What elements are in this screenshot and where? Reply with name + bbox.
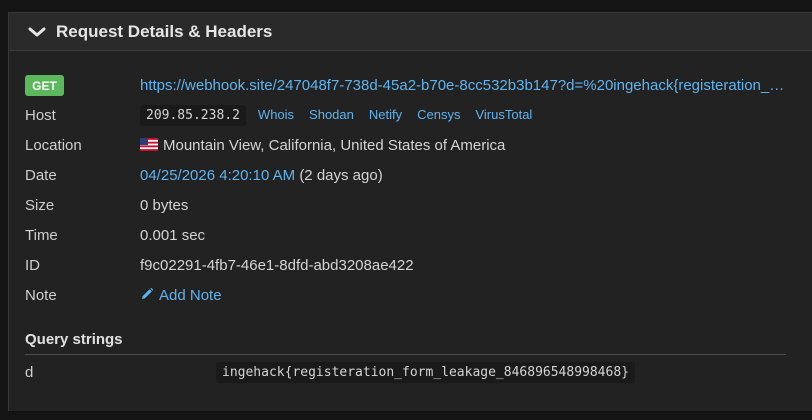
time-label: Time	[25, 226, 58, 244]
query-value: ingehack{registeration_form_leakage_8468…	[216, 362, 635, 383]
panel-header[interactable]: Request Details & Headers	[9, 13, 812, 51]
note-label: Note	[25, 286, 57, 304]
date-relative: (2 days ago)	[299, 166, 383, 184]
id-label: ID	[25, 256, 40, 274]
size-value: 0 bytes	[140, 196, 189, 214]
location-label: Location	[25, 136, 82, 154]
virustotal-link[interactable]: VirusTotal	[475, 107, 532, 122]
query-strings-title: Query strings	[25, 331, 123, 348]
add-note-button[interactable]: Add Note	[140, 287, 222, 304]
netify-link[interactable]: Netify	[369, 107, 402, 122]
location-value: Mountain View, California, United States…	[163, 136, 506, 154]
chevron-down-icon[interactable]	[28, 25, 48, 39]
host-label: Host	[25, 106, 56, 124]
date-label: Date	[25, 166, 57, 184]
censys-link[interactable]: Censys	[417, 107, 460, 122]
shodan-link[interactable]: Shodan	[309, 107, 354, 122]
request-details-panel: Request Details & Headers GET https://we…	[8, 12, 812, 411]
whois-link[interactable]: Whois	[258, 107, 294, 122]
date-link[interactable]: 04/25/2026 4:20:10 AM	[140, 167, 295, 184]
add-note-label: Add Note	[159, 286, 222, 304]
method-url-row: GET https://webhook.site/247048f7-738d-4…	[9, 73, 812, 97]
host-value: 209.85.238.2 Whois Shodan Netify Censys Virus…	[140, 104, 547, 126]
us-flag-icon	[140, 137, 158, 151]
query-strings-divider	[25, 354, 786, 355]
request-url-link[interactable]: https://webhook.site/247048f7-738d-45a2-…	[140, 77, 786, 94]
size-row: Size 0 bytes	[9, 193, 812, 217]
panel-title: Request Details & Headers	[56, 21, 273, 41]
method-badge: GET	[25, 75, 64, 96]
location-value-wrap: Mountain View, California, United States…	[140, 137, 505, 154]
date-value-wrap: 04/25/2026 4:20:10 AM (2 days ago)	[140, 167, 383, 184]
host-row: Host 209.85.238.2 Whois Shodan Netify Censys…	[9, 103, 812, 127]
pencil-icon	[140, 287, 154, 301]
location-row: Location Mountain View, California, Unit…	[9, 133, 812, 157]
time-value: 0.001 sec	[140, 226, 206, 244]
id-value: f9c02291-4fb7-46e1-8dfd-abd3208ae422	[140, 256, 414, 274]
id-row: ID f9c02291-4fb7-46e1-8dfd-abd3208ae422	[9, 253, 812, 277]
query-key: d	[25, 364, 34, 381]
size-label: Size	[25, 196, 55, 214]
date-row: Date 04/25/2026 4:20:10 AM (2 days ago)	[9, 163, 812, 187]
note-row: Note Add Note	[9, 283, 812, 307]
time-row: Time 0.001 sec	[9, 223, 812, 247]
host-ip: 209.85.238.2	[140, 104, 246, 126]
